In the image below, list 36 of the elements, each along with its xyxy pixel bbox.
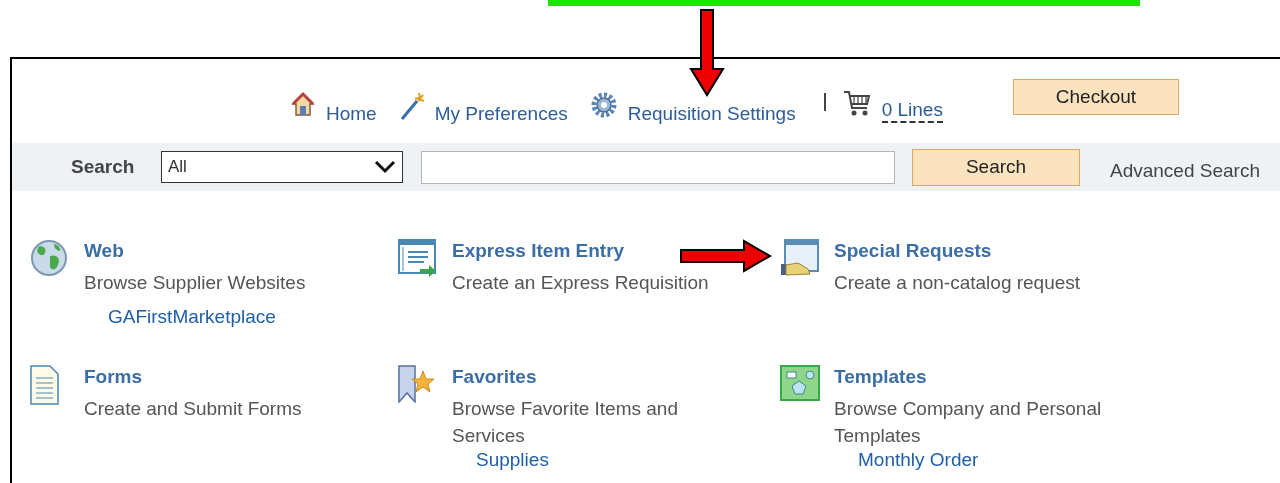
- document-icon: [30, 365, 60, 405]
- cart-lines-link[interactable]: 0 Lines: [881, 99, 943, 123]
- tile-description: Create a non-catalog request: [834, 271, 1081, 295]
- cart-icon[interactable]: [841, 89, 872, 117]
- tile-description: Create and Submit Forms: [84, 397, 302, 421]
- tile-title-link[interactable]: Web: [84, 239, 124, 263]
- tile-description: Browse Supplier Websites: [84, 271, 306, 295]
- scope-dropdown[interactable]: All: [161, 151, 403, 183]
- tile-title-link[interactable]: Express Item Entry: [452, 239, 625, 263]
- gear-icon: [589, 91, 618, 119]
- tile-description: Browse Favorite Items and Services: [452, 397, 679, 448]
- window-hand-icon: [780, 239, 820, 277]
- tile-title-link[interactable]: Templates: [834, 365, 927, 389]
- right-arrow-icon: [680, 239, 772, 273]
- nav-link[interactable]: Home: [290, 91, 377, 125]
- tile-title-link[interactable]: Favorites: [452, 365, 537, 389]
- nav-link[interactable]: My Preferences: [398, 91, 568, 125]
- tile-description: Create an Express Requisition: [452, 271, 709, 295]
- house-icon: [290, 91, 316, 117]
- search-button[interactable]: Search: [912, 148, 1080, 186]
- tile-link[interactable]: GAFirstMarketplace: [108, 306, 276, 328]
- form-entry-icon: [398, 239, 438, 279]
- magic-wand-icon: [398, 91, 425, 121]
- search-label: Search: [71, 156, 136, 178]
- search-field[interactable]: [421, 150, 895, 184]
- tile-title-link[interactable]: Forms: [84, 365, 143, 389]
- tile-title-link[interactable]: Special Requests: [834, 239, 992, 263]
- chevron-down-icon: [374, 160, 396, 174]
- shapes-icon: [780, 365, 820, 401]
- tile-description: Browse Company and Personal Templates: [834, 397, 1103, 448]
- nav-link[interactable]: Requisition Settings: [589, 91, 796, 125]
- tile-link[interactable]: Monthly Order: [858, 449, 979, 471]
- tile-link[interactable]: Supplies: [476, 449, 549, 471]
- checkout-button[interactable]: Checkout: [1012, 79, 1179, 115]
- globe-icon: [30, 239, 68, 277]
- advanced-search-link[interactable]: Advanced Search: [1110, 160, 1260, 182]
